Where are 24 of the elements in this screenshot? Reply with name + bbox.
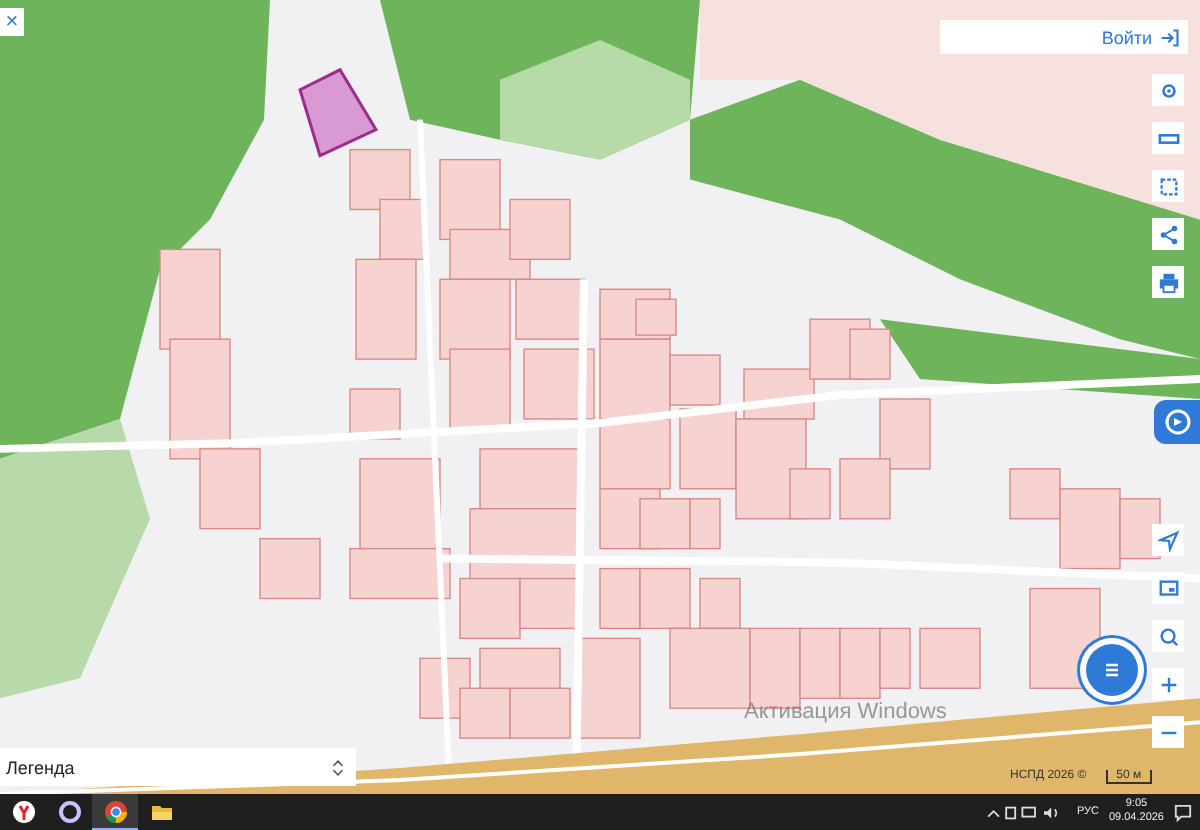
- close-button[interactable]: ×: [0, 8, 24, 36]
- zoom-in-icon[interactable]: [1152, 668, 1184, 700]
- zoom-out-icon[interactable]: [1152, 716, 1184, 748]
- y-logo-icon: [11, 799, 35, 823]
- legend-panel[interactable]: Легенда: [0, 748, 356, 786]
- activation-watermark: Активация Windows: [744, 700, 947, 724]
- ruler-icon[interactable]: [1152, 122, 1184, 154]
- taskbar-app-button[interactable]: [92, 794, 138, 830]
- chat-button[interactable]: [1086, 644, 1138, 696]
- ring-icon: [57, 799, 81, 823]
- chat-tab-icon[interactable]: [1154, 400, 1200, 444]
- browser-logo-icon: [103, 799, 127, 823]
- login-button[interactable]: Войти: [940, 20, 1188, 54]
- notification-icon[interactable]: [1174, 803, 1192, 821]
- locate-icon[interactable]: [1152, 74, 1184, 106]
- search-icon[interactable]: [1152, 620, 1184, 652]
- login-icon: [1160, 27, 1180, 47]
- legend-title: Легенда: [6, 757, 75, 777]
- navigation-arrow-icon[interactable]: [1152, 524, 1184, 556]
- share-icon[interactable]: [1152, 218, 1184, 250]
- print-icon[interactable]: [1152, 266, 1184, 298]
- layers-icon[interactable]: [1152, 572, 1184, 604]
- area-select-icon[interactable]: [1152, 170, 1184, 202]
- expand-collapse-icon: [332, 757, 344, 777]
